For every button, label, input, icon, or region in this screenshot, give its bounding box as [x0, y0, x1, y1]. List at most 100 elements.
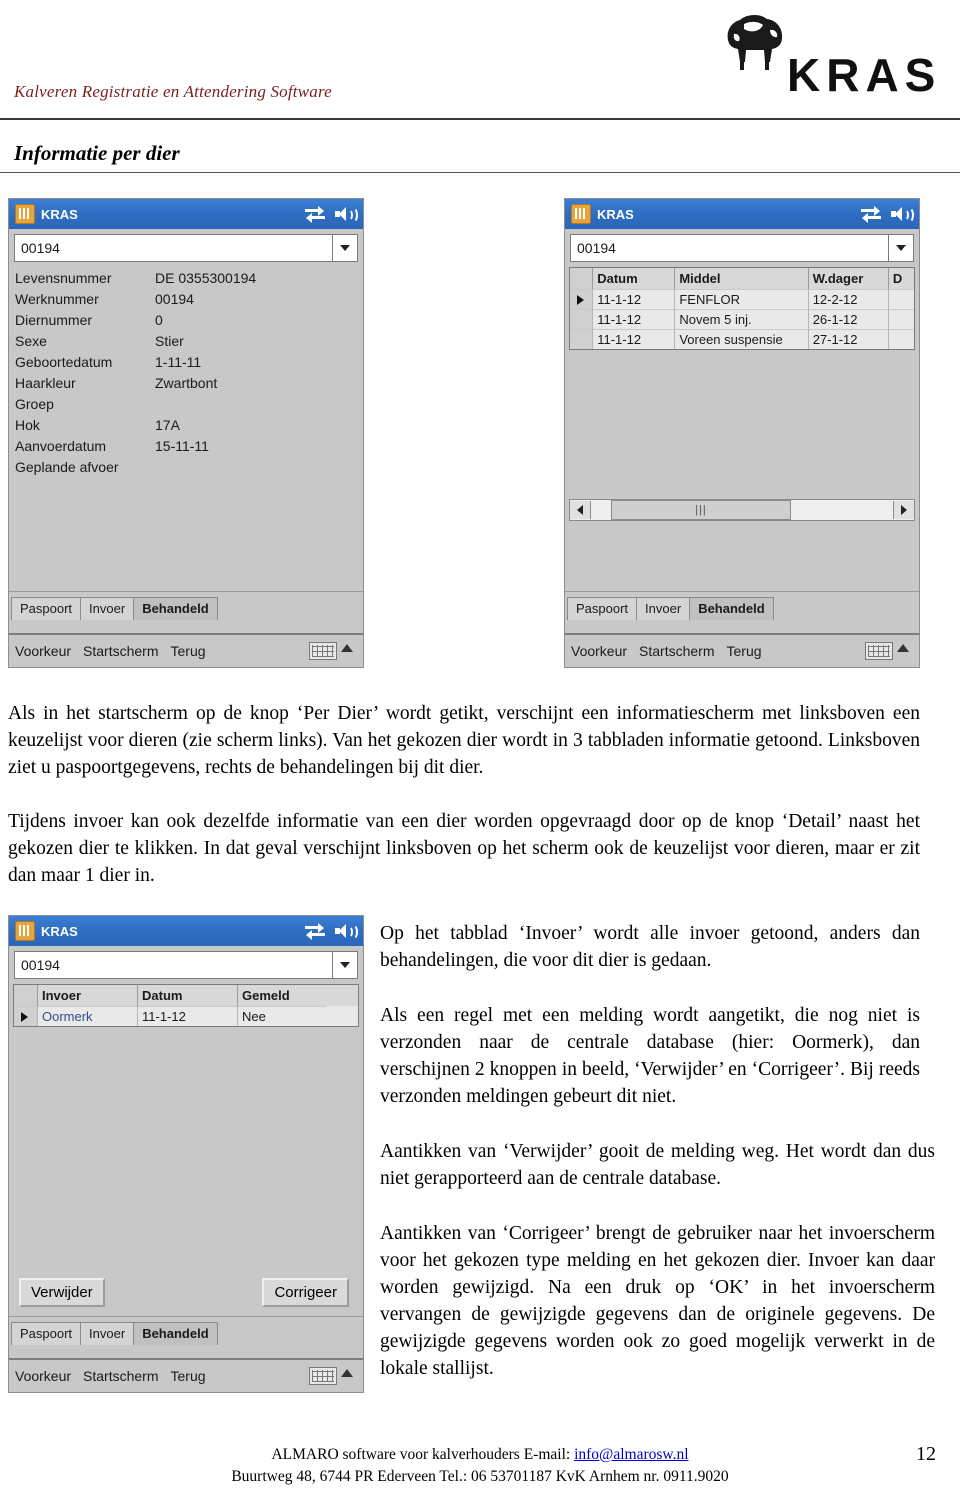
- treatments-table: Datum Middel W.dager D 11-1-12 FENFLOR 1…: [569, 267, 915, 350]
- animal-select[interactable]: 00194: [14, 234, 358, 262]
- tab-paspoort[interactable]: Paspoort: [11, 597, 82, 620]
- sync-icon[interactable]: [861, 206, 881, 223]
- chevron-down-icon[interactable]: [332, 235, 357, 261]
- chevron-up-icon[interactable]: [341, 644, 353, 652]
- tab-invoer[interactable]: Invoer: [636, 597, 691, 620]
- cell-datum: 11-1-12: [593, 329, 676, 349]
- field-value: 15-11-11: [155, 438, 209, 454]
- bottom-button-startscherm[interactable]: Startscherm: [639, 643, 714, 659]
- field-value: 1-11-11: [155, 354, 202, 370]
- scrollbar-thumb[interactable]: |||: [611, 500, 791, 520]
- table-row[interactable]: 11-1-12 Voreen suspensie 27-1-12: [570, 329, 914, 349]
- cell-datum: 11-1-12: [593, 289, 676, 309]
- column-header-invoer: Invoer: [38, 985, 138, 1006]
- speaker-icon[interactable]: [891, 207, 914, 223]
- table-row[interactable]: Oormerk 11-1-12 Nee: [14, 1006, 358, 1026]
- keyboard-icon[interactable]: [309, 1367, 337, 1385]
- animal-select-value: 00194: [21, 240, 60, 256]
- speaker-icon[interactable]: [335, 207, 358, 223]
- footer: ALMARO software voor kalverhouders E-mai…: [0, 1444, 960, 1488]
- row-selector[interactable]: [14, 1006, 38, 1026]
- pda-titlebar: KRAS: [9, 199, 363, 229]
- pda-bottom-bar: Voorkeur Startscherm Terug: [565, 633, 919, 667]
- header-divider: [0, 118, 960, 120]
- cow-icon: [727, 14, 783, 70]
- tab-paspoort[interactable]: Paspoort: [567, 597, 638, 620]
- paragraph-3: Op het tabblad ‘Invoer’ wordt alle invoe…: [380, 923, 920, 971]
- email-link[interactable]: info@almarosw.nl: [574, 1446, 688, 1463]
- scroll-right-button[interactable]: [893, 501, 914, 519]
- tab-bar: Paspoort Invoer Behandeld: [9, 1316, 363, 1345]
- tab-bar: Paspoort Invoer Behandeld: [565, 591, 919, 620]
- field-row: Geboortedatum 1-11-11: [15, 352, 363, 373]
- pda-screenshot-behandeld: KRAS 00194 Datum Middel W.dager D 11-1-1…: [564, 198, 920, 668]
- row-selector[interactable]: [570, 289, 594, 309]
- chevron-up-icon[interactable]: [341, 1369, 353, 1377]
- chevron-up-icon[interactable]: [897, 644, 909, 652]
- cell-d: [888, 289, 914, 309]
- pda-title: KRAS: [41, 206, 78, 222]
- column-header-datum: Datum: [138, 985, 238, 1006]
- cell-wdager: 26-1-12: [808, 309, 889, 329]
- app-icon: [15, 204, 35, 224]
- title-divider: [0, 172, 960, 173]
- column-header-gemeld: Gemeld: [242, 988, 290, 1003]
- sync-icon[interactable]: [305, 206, 325, 223]
- table-row[interactable]: 11-1-12 FENFLOR 12-2-12: [570, 289, 914, 309]
- tab-invoer[interactable]: Invoer: [80, 597, 135, 620]
- bottom-button-terug[interactable]: Terug: [171, 1368, 206, 1384]
- animal-select[interactable]: 00194: [570, 234, 914, 262]
- bottom-button-startscherm[interactable]: Startscherm: [83, 643, 158, 659]
- chevron-down-icon[interactable]: [332, 952, 357, 978]
- table-row[interactable]: 11-1-12 Novem 5 inj. 26-1-12: [570, 309, 914, 329]
- cell-wdager: 27-1-12: [808, 329, 889, 349]
- bottom-button-terug[interactable]: Terug: [727, 643, 762, 659]
- chevron-down-icon[interactable]: [888, 235, 913, 261]
- tab-paspoort[interactable]: Paspoort: [11, 1322, 82, 1345]
- cell-middel: FENFLOR: [675, 289, 809, 309]
- field-value: DE 0355300194: [155, 270, 257, 286]
- animal-select[interactable]: 00194: [14, 951, 358, 979]
- cell-middel: Voreen suspensie: [675, 329, 809, 349]
- cell-datum: 11-1-12: [593, 309, 676, 329]
- row-selector[interactable]: [570, 309, 594, 329]
- field-label: Aanvoerdatum: [15, 438, 107, 454]
- field-label: Diernummer: [15, 312, 93, 328]
- tab-invoer[interactable]: Invoer: [80, 1322, 135, 1345]
- tab-behandeld[interactable]: Behandeld: [133, 1322, 218, 1345]
- keyboard-icon[interactable]: [309, 642, 337, 660]
- row-selector-header: [570, 268, 594, 289]
- footer-text: ALMARO software voor kalverhouders E-mai…: [271, 1446, 575, 1463]
- bottom-button-startscherm[interactable]: Startscherm: [83, 1368, 158, 1384]
- bottom-button-voorkeur[interactable]: Voorkeur: [571, 643, 627, 659]
- field-row: Groep: [15, 394, 363, 415]
- bottom-button-voorkeur[interactable]: Voorkeur: [15, 643, 71, 659]
- column-header-datum: Datum: [593, 268, 676, 289]
- pda-titlebar: KRAS: [9, 916, 363, 946]
- scroll-left-button[interactable]: [570, 501, 591, 519]
- row-selector-header: [14, 985, 38, 1006]
- tab-behandeld[interactable]: Behandeld: [689, 597, 774, 620]
- logo-text: KRAS: [787, 49, 942, 101]
- keyboard-icon[interactable]: [865, 642, 893, 660]
- speaker-icon[interactable]: [335, 924, 358, 940]
- field-label: Werknummer: [15, 291, 99, 307]
- row-selector[interactable]: [570, 329, 594, 349]
- animal-select-value: 00194: [21, 957, 60, 973]
- bottom-button-terug[interactable]: Terug: [171, 643, 206, 659]
- sync-icon[interactable]: [305, 923, 325, 940]
- verwijder-button[interactable]: Verwijder: [19, 1278, 105, 1307]
- cell-gemeld: Nee: [238, 1006, 326, 1026]
- tab-behandeld[interactable]: Behandeld: [133, 597, 218, 620]
- cell-wdager: 12-2-12: [808, 289, 889, 309]
- bottom-button-voorkeur[interactable]: Voorkeur: [15, 1368, 71, 1384]
- field-label: Geplande afvoer: [15, 459, 119, 475]
- table-header-row: Datum Middel W.dager D: [570, 268, 914, 289]
- cell-invoer: Oormerk: [38, 1006, 138, 1026]
- paragraph-6: Aantikken van ‘Corrigeer’ brengt de gebr…: [380, 1223, 935, 1379]
- column-header-d: D: [892, 271, 903, 286]
- horizontal-scrollbar[interactable]: |||: [569, 499, 915, 521]
- cell-middel: Novem 5 inj.: [675, 309, 809, 329]
- field-row: Hok 17A: [15, 415, 363, 436]
- corrigeer-button[interactable]: Corrigeer: [262, 1278, 349, 1307]
